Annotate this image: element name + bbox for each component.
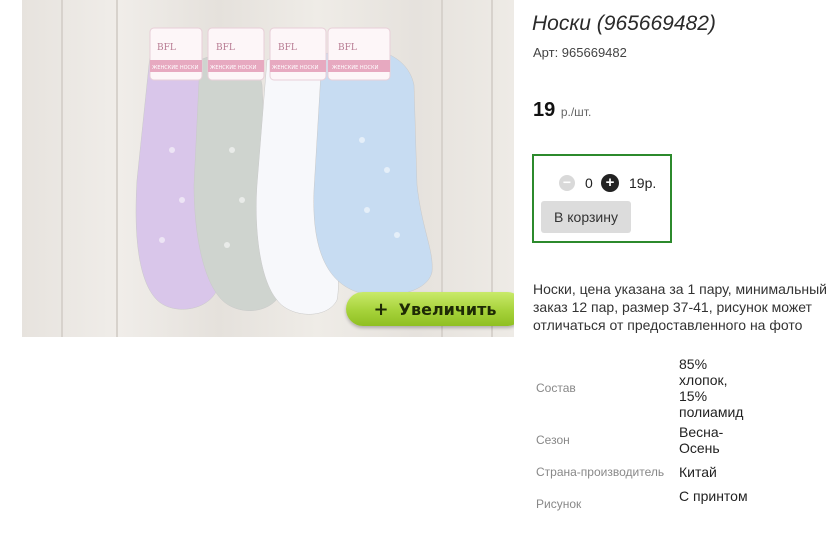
product-sku: Арт: 965669482 (533, 45, 627, 60)
spec-value-country: Китай (679, 464, 717, 480)
spec-label-pattern: Рисунок (536, 497, 582, 511)
zoom-button[interactable]: + Увеличить (346, 292, 514, 326)
pack-label-4: ЖЕНСКИЕ НОСКИ (332, 65, 379, 71)
brand-logo-2: BFL (216, 43, 235, 53)
socks-illustration: BFL BFL BFL BFL ЖЕНСКИЕ НОСКИ ЖЕНСКИЕ НО… (61, 0, 493, 337)
product-price: 19 р./шт. (533, 99, 591, 122)
brand-logo-1: BFL (157, 43, 176, 53)
spec-value-pattern: С принтом (679, 488, 748, 504)
pack-label-3: ЖЕНСКИЕ НОСКИ (272, 65, 319, 71)
brand-logo-4: BFL (338, 43, 357, 53)
brand-logo-3: BFL (278, 43, 297, 53)
cart-panel: − 0 + 19р. В корзину (532, 154, 672, 243)
plus-icon: + (373, 298, 389, 320)
plus-circle-icon[interactable]: + (601, 174, 619, 192)
price-value: 19 (533, 99, 556, 121)
price-unit: р./шт. (560, 105, 592, 119)
pack-label-1: ЖЕНСКИЕ НОСКИ (152, 65, 199, 71)
add-to-cart-button[interactable]: В корзину (541, 201, 631, 233)
pack-label-2: ЖЕНСКИЕ НОСКИ (210, 65, 257, 71)
sock-4 (313, 48, 433, 296)
quantity-value[interactable]: 0 (585, 175, 593, 191)
product-description: Носки, цена указана за 1 пару, минимальн… (533, 281, 827, 333)
spec-value-composition: 85% хлопок, 15% полиамид (679, 356, 744, 420)
spec-label-composition: Состав (536, 381, 576, 395)
minus-icon[interactable]: − (559, 175, 575, 191)
product-image[interactable]: BFL BFL BFL BFL ЖЕНСКИЕ НОСКИ ЖЕНСКИЕ НО… (22, 0, 514, 337)
cart-sum: 19р. (629, 175, 657, 191)
product-title: Носки (965669482) (532, 12, 716, 35)
zoom-label: Увеличить (398, 299, 497, 319)
spec-value-season: Весна-Осень (679, 424, 724, 456)
spec-label-country: Страна-производитель (536, 465, 665, 479)
spec-label-season: Сезон (536, 433, 570, 447)
